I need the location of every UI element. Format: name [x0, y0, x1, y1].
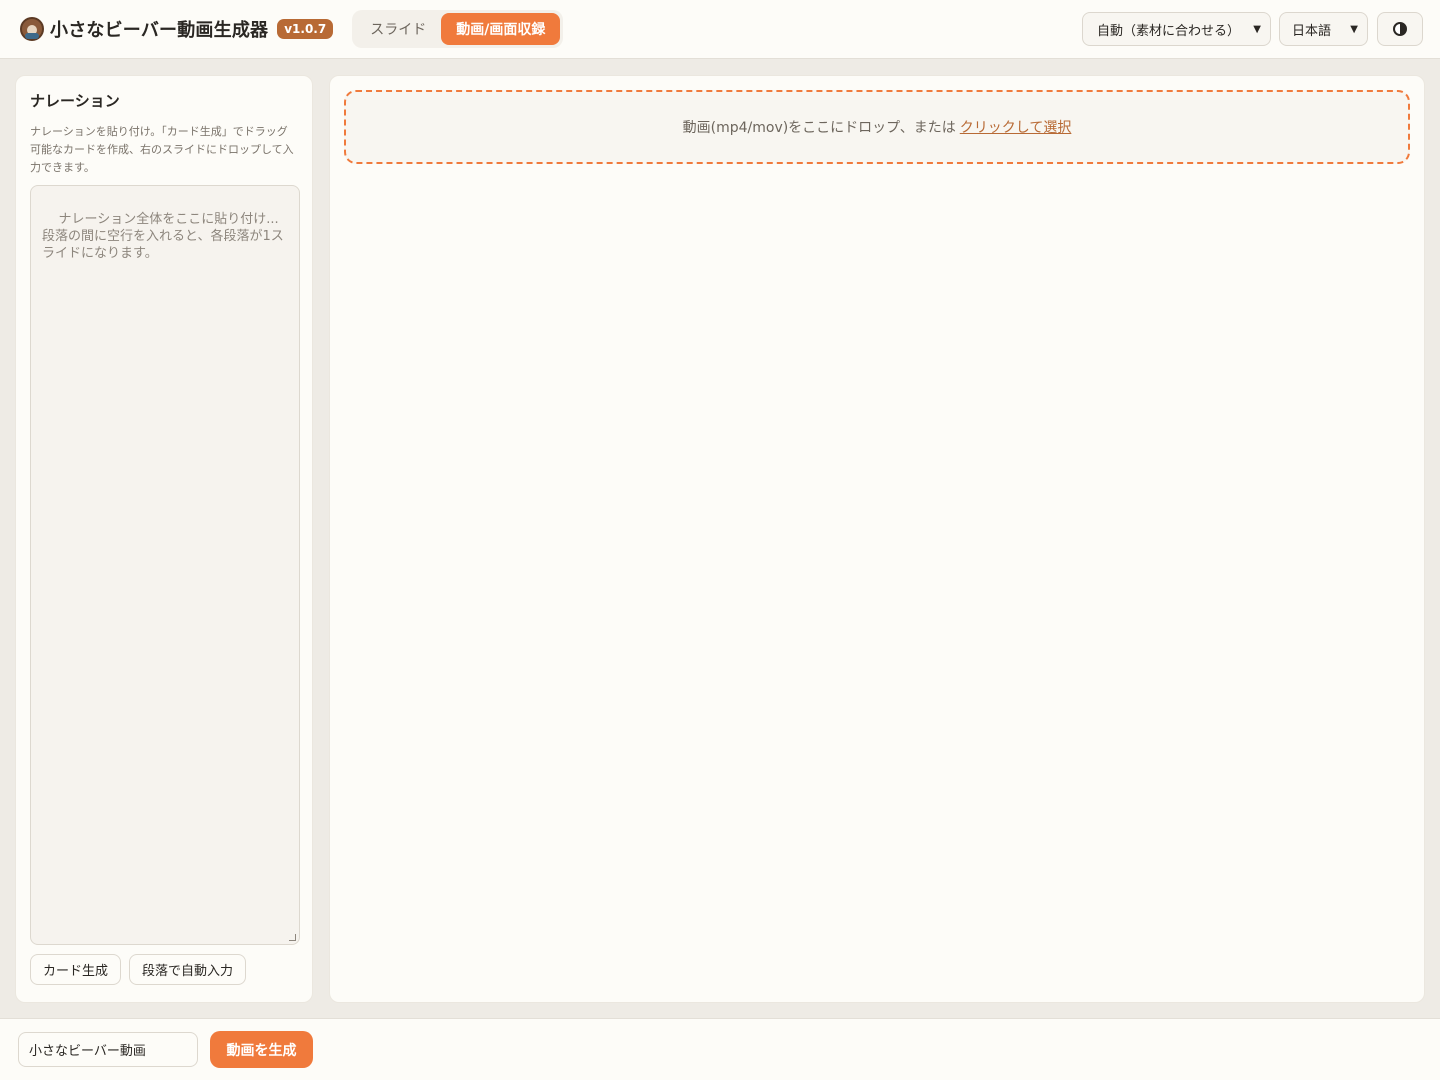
contrast-icon	[1393, 22, 1407, 36]
video-title-input[interactable]: 小さなビーバー動画	[18, 1032, 198, 1067]
chevron-down-icon: ▼	[1253, 23, 1261, 35]
header-controls: 自動（素材に合わせる） ▼ 日本語 ▼	[1074, 12, 1423, 46]
app-header: 小さなビーバー動画生成器 v1.0.7 スライド 動画/画面収録 自動（素材に合…	[0, 0, 1440, 59]
footer-bar: 小さなビーバー動画 動画を生成	[0, 1018, 1440, 1080]
narration-title: ナレーション	[30, 92, 120, 110]
theme-toggle-button[interactable]	[1377, 12, 1423, 46]
beaver-logo-icon	[20, 17, 44, 41]
dropzone-text: 動画(mp4/mov)をここにドロップ、または	[682, 120, 956, 136]
tab-video-recording[interactable]: 動画/画面収録	[441, 13, 561, 45]
resize-handle[interactable]	[289, 934, 296, 941]
aspect-ratio-value: 自動（素材に合わせる）	[1097, 23, 1241, 39]
generate-cards-button[interactable]: カード生成	[30, 954, 122, 985]
narration-actions: カード生成 段落で自動入力	[30, 954, 298, 985]
app-title: 小さなビーバー動画生成器	[50, 20, 269, 41]
version-badge: v1.0.7	[277, 19, 334, 39]
narration-textarea[interactable]: ナレーション全体をここに貼り付け... 段落の間に空行を入れると、各段落が1スラ…	[30, 185, 300, 945]
mode-switch: スライド 動画/画面収録	[352, 10, 564, 48]
language-select[interactable]: 日本語 ▼	[1279, 12, 1368, 46]
generate-video-button[interactable]: 動画を生成	[210, 1031, 313, 1068]
tab-slides[interactable]: スライド	[355, 13, 441, 45]
language-value: 日本語	[1292, 23, 1332, 39]
click-to-select-link[interactable]: クリックして選択	[960, 117, 1072, 137]
video-panel: 動画(mp4/mov)をここにドロップ、または クリックして選択	[329, 75, 1425, 1003]
narration-panel: ナレーション ナレーションを貼り付け。「カード生成」でドラッグ可能なカードを作成…	[15, 75, 313, 1003]
narration-placeholder: ナレーション全体をここに貼り付け... 段落の間に空行を入れると、各段落が1スラ…	[42, 212, 284, 261]
video-dropzone[interactable]: 動画(mp4/mov)をここにドロップ、または クリックして選択	[344, 90, 1410, 164]
chevron-down-icon: ▼	[1350, 23, 1358, 35]
aspect-ratio-select[interactable]: 自動（素材に合わせる） ▼	[1082, 12, 1271, 46]
brand: 小さなビーバー動画生成器 v1.0.7	[20, 16, 334, 42]
narration-description: ナレーションを貼り付け。「カード生成」でドラッグ可能なカードを作成、右のスライド…	[30, 125, 294, 174]
auto-fill-paragraphs-button[interactable]: 段落で自動入力	[129, 954, 247, 985]
